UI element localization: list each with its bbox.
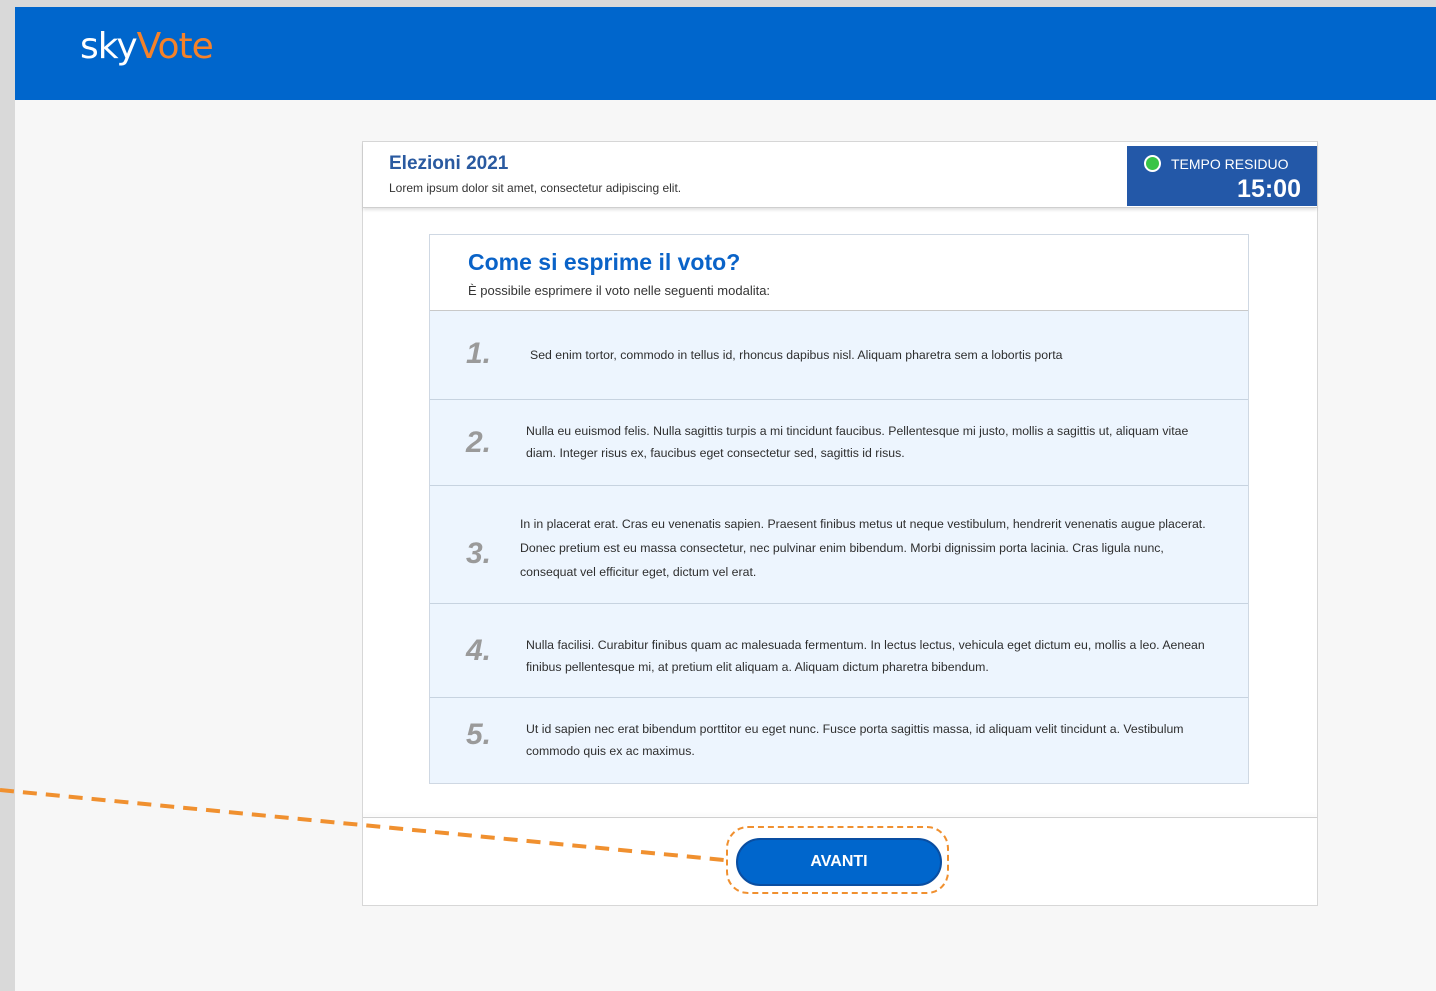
callout-dashed-line	[0, 788, 725, 862]
next-button[interactable]: AVANTI	[736, 838, 942, 886]
